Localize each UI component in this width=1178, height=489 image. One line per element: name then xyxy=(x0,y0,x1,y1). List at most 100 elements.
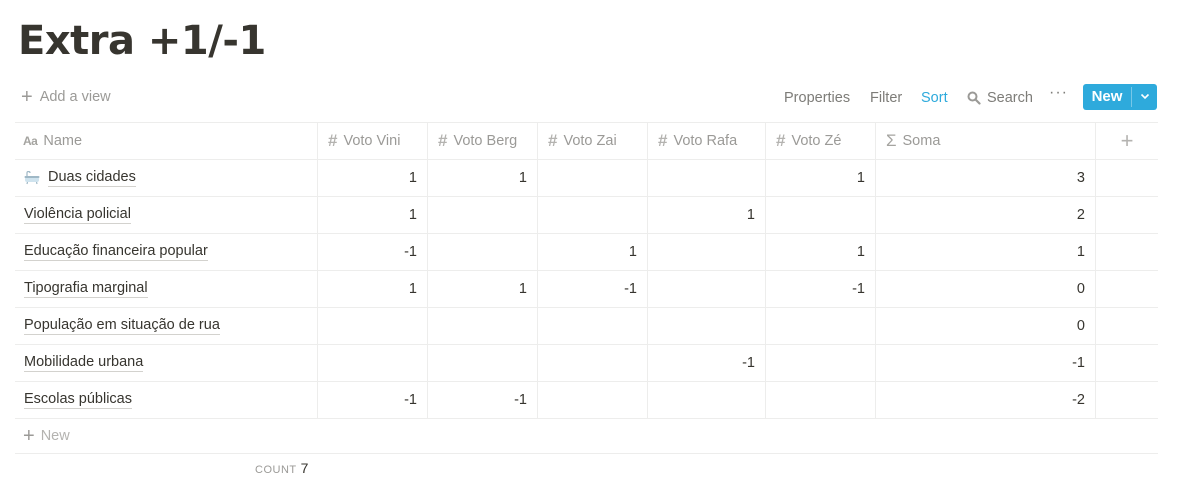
plus-icon: + xyxy=(21,86,33,108)
vote-rafa-cell[interactable] xyxy=(648,382,766,418)
column-header-voto-rafa[interactable]: # Voto Rafa xyxy=(648,123,766,159)
soma-cell[interactable]: 3 xyxy=(876,160,1096,196)
column-header-soma[interactable]: Σ Soma xyxy=(876,123,1096,159)
table-row[interactable]: Violência policial 1 1 2 xyxy=(15,197,1158,234)
vote-vini-cell[interactable]: 1 xyxy=(318,271,428,307)
vote-rafa-cell[interactable] xyxy=(648,234,766,270)
vote-vini-cell[interactable]: -1 xyxy=(318,382,428,418)
name-cell[interactable]: Tipografia marginal xyxy=(15,271,318,307)
table-row[interactable]: Mobilidade urbana -1 -1 xyxy=(15,345,1158,382)
vote-ze-cell[interactable]: 1 xyxy=(766,160,876,196)
table-row[interactable]: Escolas públicas -1 -1 -2 xyxy=(15,382,1158,419)
vote-berg-cell[interactable] xyxy=(428,234,538,270)
add-column-button[interactable]: + xyxy=(1096,123,1158,159)
vote-zai-cell[interactable] xyxy=(538,308,648,344)
text-property-icon: Aa xyxy=(23,134,38,148)
formula-property-icon: Σ xyxy=(886,131,897,150)
soma-cell[interactable]: -1 xyxy=(876,345,1096,381)
vote-ze-cell[interactable]: 1 xyxy=(766,234,876,270)
soma-cell[interactable]: 0 xyxy=(876,308,1096,344)
chevron-down-icon[interactable] xyxy=(1132,84,1157,110)
column-header-voto-ze[interactable]: # Voto Zé xyxy=(766,123,876,159)
name-cell[interactable]: Duas cidades xyxy=(15,160,318,196)
vote-ze-cell[interactable] xyxy=(766,382,876,418)
name-cell[interactable]: Mobilidade urbana xyxy=(15,345,318,381)
table-row[interactable]: Educação financeira popular -1 1 1 1 xyxy=(15,234,1158,271)
empty-cell xyxy=(1096,345,1158,381)
vote-vini-cell[interactable] xyxy=(318,308,428,344)
column-header-voto-vini[interactable]: # Voto Vini xyxy=(318,123,428,159)
row-title: Educação financeira popular xyxy=(24,243,208,261)
more-options-icon[interactable]: ··· xyxy=(1049,84,1068,102)
row-title: Violência policial xyxy=(24,206,131,224)
name-cell[interactable]: Educação financeira popular xyxy=(15,234,318,270)
soma-cell[interactable]: -2 xyxy=(876,382,1096,418)
vote-vini-cell[interactable]: 1 xyxy=(318,160,428,196)
table-header-row: Aa Name # Voto Vini # Voto Berg # Voto Z… xyxy=(15,122,1158,160)
count-footer[interactable]: COUNT 7 xyxy=(255,460,308,476)
vote-ze-cell[interactable]: -1 xyxy=(766,271,876,307)
name-cell[interactable]: População em situação de rua xyxy=(15,308,318,344)
column-header-name[interactable]: Aa Name xyxy=(15,123,318,159)
empty-cell xyxy=(1096,160,1158,196)
column-header-voto-zai[interactable]: # Voto Zai xyxy=(538,123,648,159)
database-table: Aa Name # Voto Vini # Voto Berg # Voto Z… xyxy=(15,122,1158,454)
count-label: COUNT xyxy=(255,464,297,476)
vote-berg-cell[interactable]: 1 xyxy=(428,271,538,307)
vote-vini-cell[interactable]: -1 xyxy=(318,234,428,270)
sort-button[interactable]: Sort xyxy=(921,90,948,106)
soma-cell[interactable]: 0 xyxy=(876,271,1096,307)
name-cell[interactable]: Escolas públicas xyxy=(15,382,318,418)
vote-ze-cell[interactable] xyxy=(766,308,876,344)
vote-zai-cell[interactable] xyxy=(538,382,648,418)
vote-vini-cell[interactable] xyxy=(318,345,428,381)
empty-cell xyxy=(1096,234,1158,270)
row-title: Mobilidade urbana xyxy=(24,354,144,372)
row-title: Tipografia marginal xyxy=(24,280,148,298)
vote-berg-cell[interactable]: -1 xyxy=(428,382,538,418)
filter-button[interactable]: Filter xyxy=(870,90,902,106)
name-cell[interactable]: Violência policial xyxy=(15,197,318,233)
search-icon xyxy=(967,91,981,105)
vote-rafa-cell[interactable] xyxy=(648,160,766,196)
add-view-label: Add a view xyxy=(39,89,111,105)
table-row[interactable]: Duas cidades 1 1 1 3 xyxy=(15,160,1158,197)
table-row[interactable]: Tipografia marginal 1 1 -1 -1 0 xyxy=(15,271,1158,308)
vote-rafa-cell[interactable] xyxy=(648,271,766,307)
vote-zai-cell[interactable] xyxy=(538,345,648,381)
vote-berg-cell[interactable] xyxy=(428,308,538,344)
empty-cell xyxy=(1096,308,1158,344)
vote-rafa-cell[interactable]: -1 xyxy=(648,345,766,381)
vote-rafa-cell[interactable] xyxy=(648,308,766,344)
new-row-label: New xyxy=(40,428,70,444)
soma-cell[interactable]: 2 xyxy=(876,197,1096,233)
vote-ze-cell[interactable] xyxy=(766,345,876,381)
number-property-icon: # xyxy=(328,131,338,150)
vote-zai-cell[interactable] xyxy=(538,197,648,233)
number-property-icon: # xyxy=(548,131,558,150)
vote-berg-cell[interactable] xyxy=(428,345,538,381)
vote-zai-cell[interactable]: -1 xyxy=(538,271,648,307)
empty-cell xyxy=(1096,271,1158,307)
empty-cell xyxy=(1096,197,1158,233)
vote-zai-cell[interactable] xyxy=(538,160,648,196)
properties-button[interactable]: Properties xyxy=(784,90,850,106)
column-header-voto-berg[interactable]: # Voto Berg xyxy=(428,123,538,159)
add-view-button[interactable]: + Add a view xyxy=(21,86,111,108)
row-title: População em situação de rua xyxy=(24,317,220,335)
bathtub-icon xyxy=(24,171,40,185)
vote-zai-cell[interactable]: 1 xyxy=(538,234,648,270)
new-button[interactable]: New xyxy=(1083,84,1157,110)
soma-cell[interactable]: 1 xyxy=(876,234,1096,270)
vote-vini-cell[interactable]: 1 xyxy=(318,197,428,233)
vote-rafa-cell[interactable]: 1 xyxy=(648,197,766,233)
table-row[interactable]: População em situação de rua 0 xyxy=(15,308,1158,345)
new-row-button[interactable]: + New xyxy=(15,419,1158,454)
vote-berg-cell[interactable] xyxy=(428,197,538,233)
search-button[interactable]: Search xyxy=(967,90,1033,106)
vote-berg-cell[interactable]: 1 xyxy=(428,160,538,196)
vote-ze-cell[interactable] xyxy=(766,197,876,233)
row-title: Escolas públicas xyxy=(24,391,132,409)
number-property-icon: # xyxy=(438,131,448,150)
plus-icon: + xyxy=(23,425,35,447)
